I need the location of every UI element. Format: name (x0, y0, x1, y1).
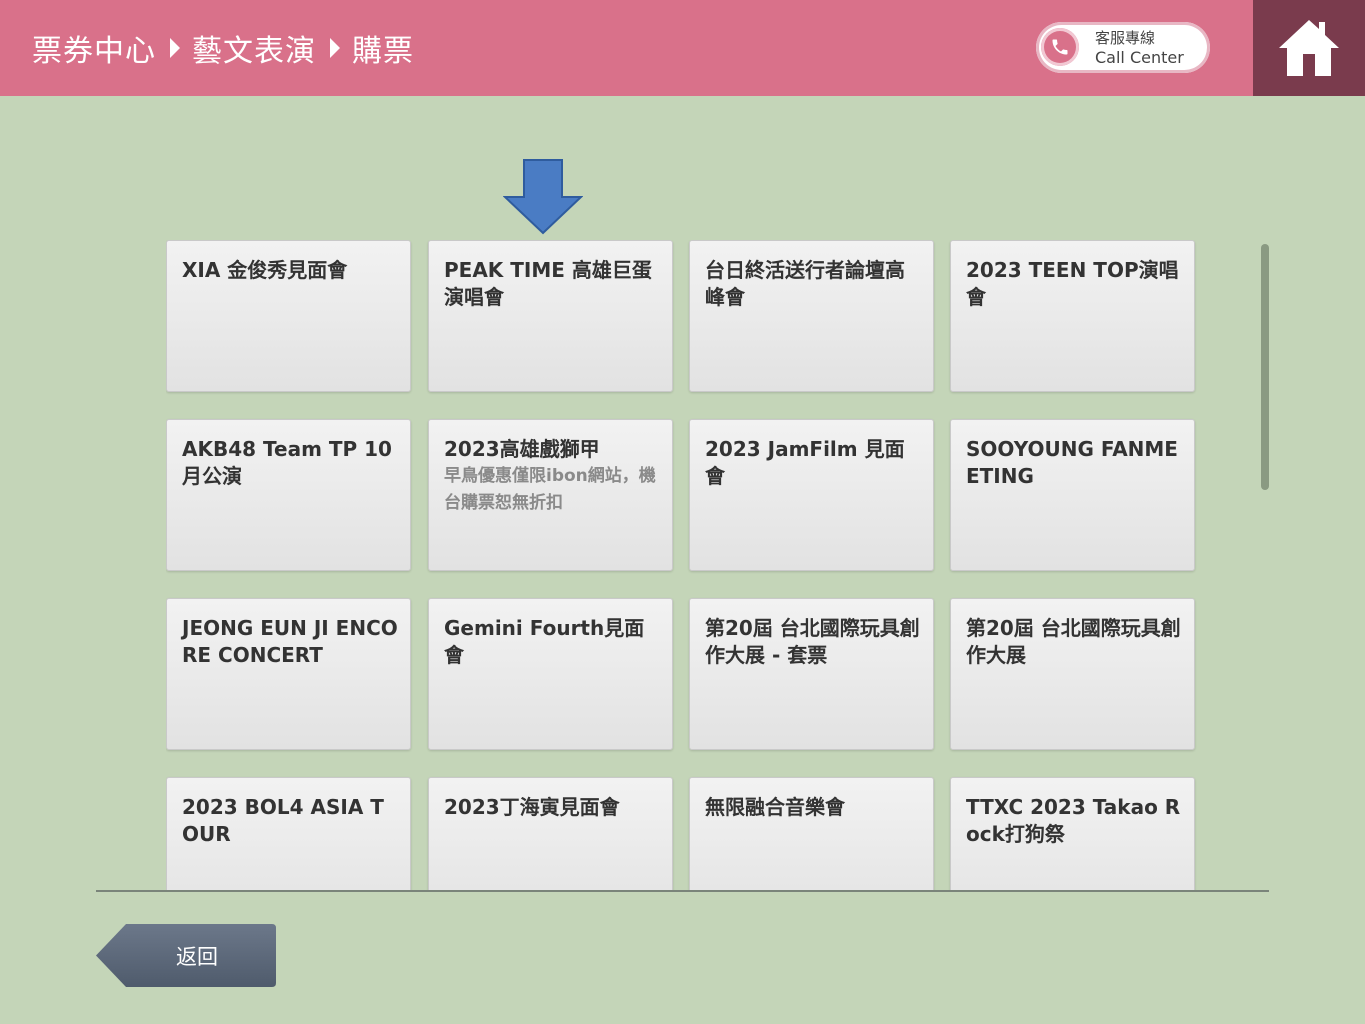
event-title: 無限融合音樂會 (705, 795, 845, 819)
event-card[interactable]: 台日終活送行者論壇高峰會 (689, 240, 934, 392)
event-title: SOOYOUNG FANMEETING (966, 437, 1178, 488)
back-button-label: 返回 (176, 945, 218, 969)
call-center-label-zh: 客服專線 (1095, 29, 1156, 47)
event-card[interactable]: 第20屆 台北國際玩具創作大展 - 套票 (689, 598, 934, 750)
event-card[interactable]: SOOYOUNG FANMEETING (950, 419, 1195, 571)
event-title: TTXC 2023 Takao Rock打狗祭 (966, 795, 1181, 846)
breadcrumb-item-purchase: 購票 (352, 34, 414, 69)
event-card[interactable]: 第20屆 台北國際玩具創作大展 (950, 598, 1195, 750)
scrollbar[interactable] (1261, 244, 1269, 490)
breadcrumb-separator-icon (170, 38, 180, 58)
event-card[interactable]: 無限融合音樂會 (689, 777, 934, 890)
event-title: 2023 JamFilm 見面會 (705, 437, 905, 488)
call-center-label: 客服專線 Call Center (1095, 29, 1184, 67)
event-card[interactable]: 2023 TEEN TOP演唱會 (950, 240, 1195, 392)
home-button[interactable] (1253, 0, 1365, 96)
event-title: PEAK TIME 高雄巨蛋演唱會 (444, 258, 652, 309)
event-card[interactable]: AKB48 Team TP 10月公演 (166, 419, 411, 571)
call-center-button[interactable]: 客服專線 Call Center (1036, 22, 1210, 73)
event-card[interactable]: 2023 BOL4 ASIA TOUR (166, 777, 411, 890)
event-title: 2023 BOL4 ASIA TOUR (182, 795, 384, 846)
event-title: Gemini Fourth見面會 (444, 616, 645, 667)
event-title: 2023高雄戲獅甲 (444, 437, 600, 461)
breadcrumb: 票券中心 藝文表演 購票 (32, 26, 414, 70)
event-title: JEONG EUN JI ENCORE CONCERT (182, 616, 398, 667)
event-grid: XIA 金俊秀見面會 PEAK TIME 高雄巨蛋演唱會 台日終活送行者論壇高峰會 2… (166, 240, 1206, 890)
phone-icon (1041, 28, 1079, 66)
event-card[interactable]: TTXC 2023 Takao Rock打狗祭 (950, 777, 1195, 890)
event-title: 第20屆 台北國際玩具創作大展 (966, 616, 1181, 667)
event-card[interactable]: JEONG EUN JI ENCORE CONCERT (166, 598, 411, 750)
call-center-label-en: Call Center (1095, 48, 1184, 67)
event-title: 台日終活送行者論壇高峰會 (705, 258, 905, 309)
breadcrumb-separator-icon (330, 38, 340, 58)
back-button[interactable]: 返回 (96, 923, 277, 988)
event-card[interactable]: 2023丁海寅見面會 (428, 777, 673, 890)
event-title: 2023丁海寅見面會 (444, 795, 620, 819)
event-card[interactable]: 2023 JamFilm 見面會 (689, 419, 934, 571)
event-note: 早鳥優惠僅限ibon網站，機台購票恕無折扣 (444, 466, 656, 513)
down-arrow-icon (503, 159, 583, 235)
home-icon (1279, 20, 1339, 76)
divider (96, 890, 1269, 892)
event-title: 第20屆 台北國際玩具創作大展 - 套票 (705, 616, 920, 667)
event-card[interactable]: Gemini Fourth見面會 (428, 598, 673, 750)
event-card[interactable]: PEAK TIME 高雄巨蛋演唱會 (428, 240, 673, 392)
event-card[interactable]: 2023高雄戲獅甲早鳥優惠僅限ibon網站，機台購票恕無折扣 (428, 419, 673, 571)
event-title: XIA 金俊秀見面會 (182, 258, 348, 282)
event-title: 2023 TEEN TOP演唱會 (966, 258, 1179, 309)
breadcrumb-item-ticket-center[interactable]: 票券中心 (32, 26, 156, 70)
header-bar: 票券中心 藝文表演 購票 客服專線 Call Center (0, 0, 1253, 96)
event-card[interactable]: XIA 金俊秀見面會 (166, 240, 411, 392)
breadcrumb-item-arts[interactable]: 藝文表演 (192, 26, 316, 70)
event-title: AKB48 Team TP 10月公演 (182, 437, 392, 488)
